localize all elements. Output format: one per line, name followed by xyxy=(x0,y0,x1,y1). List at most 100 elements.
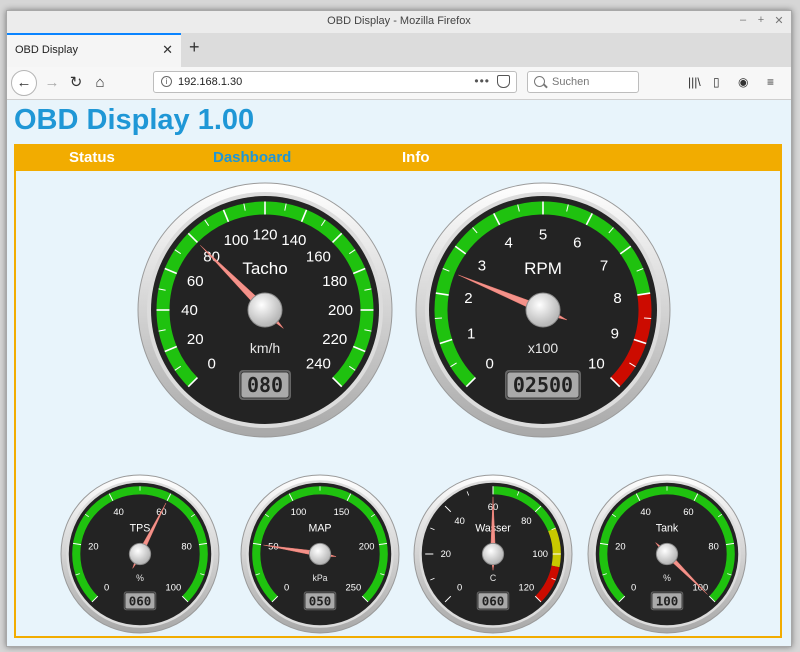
tank-tick-label: 20 xyxy=(615,542,625,552)
wasser-tick-label: 40 xyxy=(454,516,464,526)
wasser-zone-1 xyxy=(548,528,561,568)
tps-gauge: 020406080100TPS%060 xyxy=(60,474,220,634)
rpm-title: RPM xyxy=(524,259,562,278)
tacho-tick-label: 40 xyxy=(181,302,198,319)
url-text: 192.168.1.30 xyxy=(178,76,243,88)
library-icon[interactable]: |||\ xyxy=(688,75,701,89)
rpm-tick-label: 6 xyxy=(573,235,581,252)
page-content: OBD Display 1.00 Status Dashboard Info 0… xyxy=(7,100,791,646)
tank-display-value: 100 xyxy=(656,593,679,608)
wasser-tick-label: 20 xyxy=(441,549,451,559)
rpm-minor-tick xyxy=(643,317,652,320)
tacho-tick-label: 220 xyxy=(322,331,347,348)
tank-unit: % xyxy=(663,573,671,583)
sidebar-icon[interactable]: ▯ xyxy=(713,75,720,89)
pocket-icon[interactable] xyxy=(497,75,510,88)
wasser-tick-label: 0 xyxy=(457,582,462,592)
reload-icon[interactable]: ↻ xyxy=(63,70,89,96)
tacho-gauge: 020406080100120140160180200220240Tachokm… xyxy=(137,182,393,438)
navigation-toolbar: ← → ↻ ⌂ i 192.168.1.30 ••• Suchen |||\ ▯… xyxy=(7,67,791,100)
tank-tick-label: 60 xyxy=(683,507,693,517)
home-icon[interactable]: ⌂ xyxy=(87,70,113,96)
rpm-gauge: 01234 5 678910RPMx10002500 xyxy=(415,182,671,438)
map-tick-label: 0 xyxy=(284,582,289,592)
menu-info[interactable]: Info xyxy=(402,149,430,166)
minimize-icon[interactable]: – xyxy=(737,14,749,26)
tank-gauge: 020406080100Tank%100 xyxy=(587,474,747,634)
map-unit: kPa xyxy=(312,573,327,583)
page-actions-icon[interactable]: ••• xyxy=(474,74,490,88)
wasser-unit: C xyxy=(490,573,496,583)
tacho-tick-label: 0 xyxy=(207,355,215,372)
rpm-tick-label: 1 xyxy=(467,325,475,342)
menu-icon[interactable]: ≡ xyxy=(767,75,774,89)
tab-label: OBD Display xyxy=(15,44,78,56)
forward-arrow-icon[interactable]: → xyxy=(39,70,65,96)
browser-window: OBD Display - Mozilla Firefox – + ✕ OBD … xyxy=(6,10,792,647)
tacho-hub xyxy=(247,292,283,328)
title-bar: OBD Display - Mozilla Firefox – + ✕ xyxy=(7,11,791,33)
rpm-tick-label: 10 xyxy=(588,355,605,372)
tps-tick-label: 80 xyxy=(181,542,191,552)
page-title: OBD Display 1.00 xyxy=(14,104,255,136)
rpm-tick-label: 7 xyxy=(600,258,608,275)
tacho-tick-label: 100 xyxy=(224,232,249,249)
wasser-hub xyxy=(481,542,505,566)
rpm-hub xyxy=(525,292,561,328)
tps-hub xyxy=(128,542,152,566)
map-hub xyxy=(308,542,332,566)
tab-bar: OBD Display ✕ + xyxy=(7,33,791,67)
info-icon[interactable]: i xyxy=(161,76,172,87)
tacho-unit: km/h xyxy=(250,340,280,356)
rpm-minor-tick xyxy=(434,317,443,320)
tacho-tick-label: 60 xyxy=(187,273,204,290)
close-tab-icon[interactable]: ✕ xyxy=(162,42,173,58)
tacho-tick-label: 180 xyxy=(322,273,347,290)
rpm-tick-label: 2 xyxy=(464,290,472,307)
map-gauge: 050100150200250MAPkPa050 xyxy=(240,474,400,634)
wasser-gauge: 020406080100120WasserC060 xyxy=(413,474,573,634)
nav-menu: Status Dashboard Info xyxy=(16,146,780,171)
new-tab-icon[interactable]: + xyxy=(189,37,200,58)
tacho-tick-label: 120 xyxy=(252,227,277,244)
rpm-tick-label: 5 xyxy=(539,227,547,244)
menu-dashboard[interactable]: Dashboard xyxy=(213,149,291,166)
tab-obd-display[interactable]: OBD Display ✕ xyxy=(7,33,181,67)
rpm-unit: x100 xyxy=(528,340,559,356)
account-icon[interactable]: ◉ xyxy=(738,75,748,89)
tps-tick-label: 40 xyxy=(113,507,123,517)
tank-tick-label: 80 xyxy=(708,542,718,552)
url-bar[interactable]: i 192.168.1.30 ••• xyxy=(153,71,517,93)
tacho-tick-label: 200 xyxy=(328,302,353,319)
wasser-tick-label: 120 xyxy=(519,582,535,592)
tacho-tick-label: 20 xyxy=(187,331,204,348)
map-tick-label: 250 xyxy=(346,582,362,592)
dashboard-panel: Status Dashboard Info 020406080100120140… xyxy=(14,144,782,638)
tacho-tick-label: 140 xyxy=(281,232,306,249)
maximize-icon[interactable]: + xyxy=(755,14,767,26)
map-tick-label: 150 xyxy=(334,507,350,517)
search-placeholder: Suchen xyxy=(552,76,590,88)
search-bar[interactable]: Suchen xyxy=(527,71,639,93)
tank-title: Tank xyxy=(656,523,679,535)
rpm-tick-label: 4 xyxy=(505,235,513,252)
wasser-display-value: 060 xyxy=(482,593,505,608)
tps-tick-label: 100 xyxy=(166,582,182,592)
tps-title: TPS xyxy=(130,523,151,535)
tacho-tick-label: 240 xyxy=(306,355,331,372)
map-title: MAP xyxy=(309,523,332,535)
rpm-tick-label: 3 xyxy=(478,258,486,275)
tank-tick-label: 40 xyxy=(640,507,650,517)
window-title: OBD Display - Mozilla Firefox xyxy=(327,15,471,27)
close-window-icon[interactable]: ✕ xyxy=(773,14,785,27)
map-display-value: 050 xyxy=(309,593,332,608)
tps-tick-label: 0 xyxy=(104,582,109,592)
tacho-title: Tacho xyxy=(242,259,287,278)
menu-status[interactable]: Status xyxy=(69,149,115,166)
tacho-tick-label: 160 xyxy=(306,249,331,266)
tacho-display-value: 080 xyxy=(247,373,283,397)
back-arrow-icon[interactable]: ← xyxy=(11,70,37,96)
wasser-tick-label: 100 xyxy=(532,549,548,559)
rpm-tick-label: 9 xyxy=(611,325,619,342)
rpm-tick-label: 0 xyxy=(485,355,493,372)
